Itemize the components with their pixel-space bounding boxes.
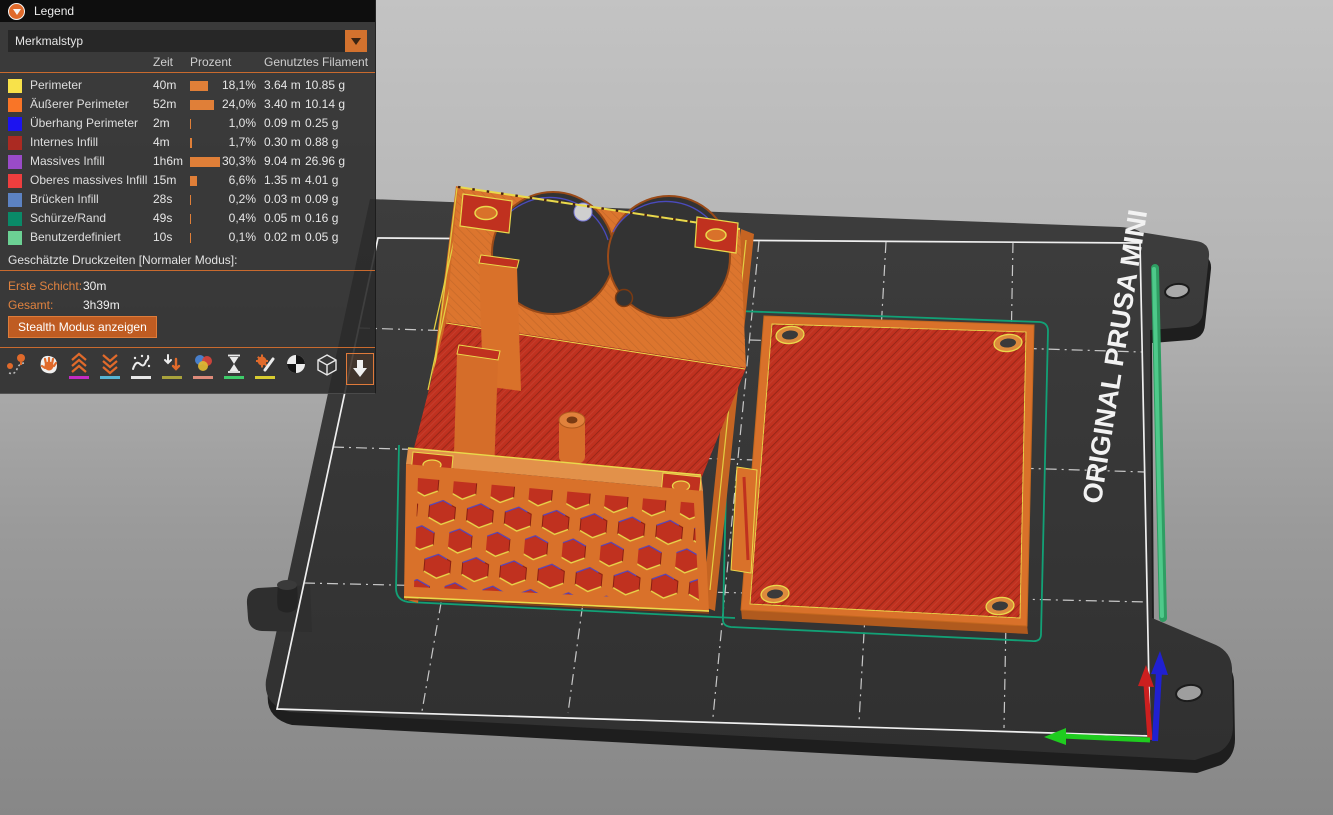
color-changes-icon bbox=[192, 352, 214, 375]
wipe-toggle[interactable] bbox=[36, 352, 60, 385]
estimates-heading: Geschätzte Druckzeiten [Normaler Modus]: bbox=[8, 253, 237, 267]
feature-color-swatch bbox=[8, 174, 22, 188]
tool-changes-icon bbox=[161, 352, 183, 375]
legend-row: Äußerer Perimeter52m 24,0%3.40 m10.14 g bbox=[0, 96, 375, 115]
view-type-dropdown[interactable]: Merkmalstyp bbox=[8, 30, 367, 52]
feature-color-swatch bbox=[8, 79, 22, 93]
feature-color-swatch bbox=[8, 98, 22, 112]
feature-color-swatch bbox=[8, 155, 22, 169]
feature-color-swatch bbox=[8, 136, 22, 150]
stealth-mode-button[interactable]: Stealth Modus anzeigen bbox=[8, 316, 157, 338]
percent-bar bbox=[190, 214, 191, 224]
col-header-percent: Prozent bbox=[190, 55, 231, 69]
tool-changes-toggle[interactable] bbox=[160, 352, 184, 385]
first-layer-value: 30m bbox=[83, 279, 106, 293]
feature-color-swatch bbox=[8, 212, 22, 226]
preview-options-toolbar bbox=[5, 352, 374, 385]
travel-paths-icon bbox=[6, 352, 28, 378]
total-time-label: Gesamt: bbox=[8, 298, 53, 312]
travel-paths-toggle[interactable] bbox=[5, 352, 29, 385]
col-header-time: Zeit bbox=[153, 55, 173, 69]
printed-object-plate bbox=[731, 316, 1034, 634]
legend-row: Perimeter40m 18,1%3.64 m10.85 g bbox=[0, 77, 375, 96]
custom-gcodes-icon bbox=[254, 352, 276, 375]
percent-bar bbox=[190, 176, 197, 186]
feature-color-swatch bbox=[8, 193, 22, 207]
seams-toggle[interactable] bbox=[129, 352, 153, 385]
chevron-down-icon[interactable] bbox=[345, 30, 367, 52]
percent-bar bbox=[190, 233, 191, 243]
shells-icon bbox=[315, 352, 339, 378]
pause-prints-toggle[interactable] bbox=[222, 352, 246, 385]
color-changes-toggle[interactable] bbox=[191, 352, 215, 385]
panel-title: Legend bbox=[34, 4, 74, 18]
wipe-icon bbox=[37, 352, 59, 378]
legend-marker-toggle[interactable] bbox=[346, 353, 374, 385]
view-type-value: Merkmalstyp bbox=[15, 34, 83, 48]
retractions-icon bbox=[68, 352, 90, 375]
percent-bar bbox=[190, 81, 208, 91]
legend-row: Internes Infill4m 1,7%0.30 m0.88 g bbox=[0, 134, 375, 153]
percent-bar bbox=[190, 138, 192, 148]
col-header-filament: Genutztes Filament bbox=[264, 55, 368, 69]
divider bbox=[0, 72, 375, 73]
center-of-gravity-icon bbox=[285, 352, 307, 378]
legend-panel: Legend Merkmalstyp Zeit Prozent Genutzte… bbox=[0, 0, 376, 394]
percent-bar bbox=[190, 195, 191, 205]
legend-title-bar[interactable]: Legend bbox=[0, 0, 375, 22]
total-time-value: 3h39m bbox=[83, 298, 120, 312]
divider bbox=[0, 270, 375, 271]
legend-row: Brücken Infill28s 0,2%0.03 m0.09 g bbox=[0, 191, 375, 210]
legend-row: Überhang Perimeter2m 1,0%0.09 m0.25 g bbox=[0, 115, 375, 134]
prusaslicer-preview-window: { "panel": { "title": "Legend", "dropdow… bbox=[0, 0, 1333, 815]
legend-row: Benutzerdefiniert10s 0,1%0.02 m0.05 g bbox=[0, 229, 375, 248]
center-of-gravity-toggle[interactable] bbox=[284, 352, 308, 385]
shells-toggle[interactable] bbox=[315, 352, 339, 385]
first-layer-label: Erste Schicht: bbox=[8, 279, 82, 293]
legend-row: Oberes massives Infill15m 6,6%1.35 m4.01… bbox=[0, 172, 375, 191]
custom-gcodes-toggle[interactable] bbox=[253, 352, 277, 385]
legend-row: Massives Infill1h6m 30,3%9.04 m26.96 g bbox=[0, 153, 375, 172]
feature-color-swatch bbox=[8, 117, 22, 131]
divider bbox=[0, 347, 375, 348]
seams-icon bbox=[130, 352, 152, 375]
marker-arrow-icon bbox=[349, 357, 371, 381]
deretractions-icon bbox=[99, 352, 121, 375]
retractions-toggle[interactable] bbox=[67, 352, 91, 385]
legend-row: Schürze/Rand49s 0,4%0.05 m0.16 g bbox=[0, 210, 375, 229]
prusaslicer-logo-icon bbox=[8, 3, 25, 20]
percent-bar bbox=[190, 119, 191, 129]
percent-bar bbox=[190, 100, 214, 110]
pause-prints-icon bbox=[223, 352, 245, 375]
deretractions-toggle[interactable] bbox=[98, 352, 122, 385]
feature-color-swatch bbox=[8, 231, 22, 245]
